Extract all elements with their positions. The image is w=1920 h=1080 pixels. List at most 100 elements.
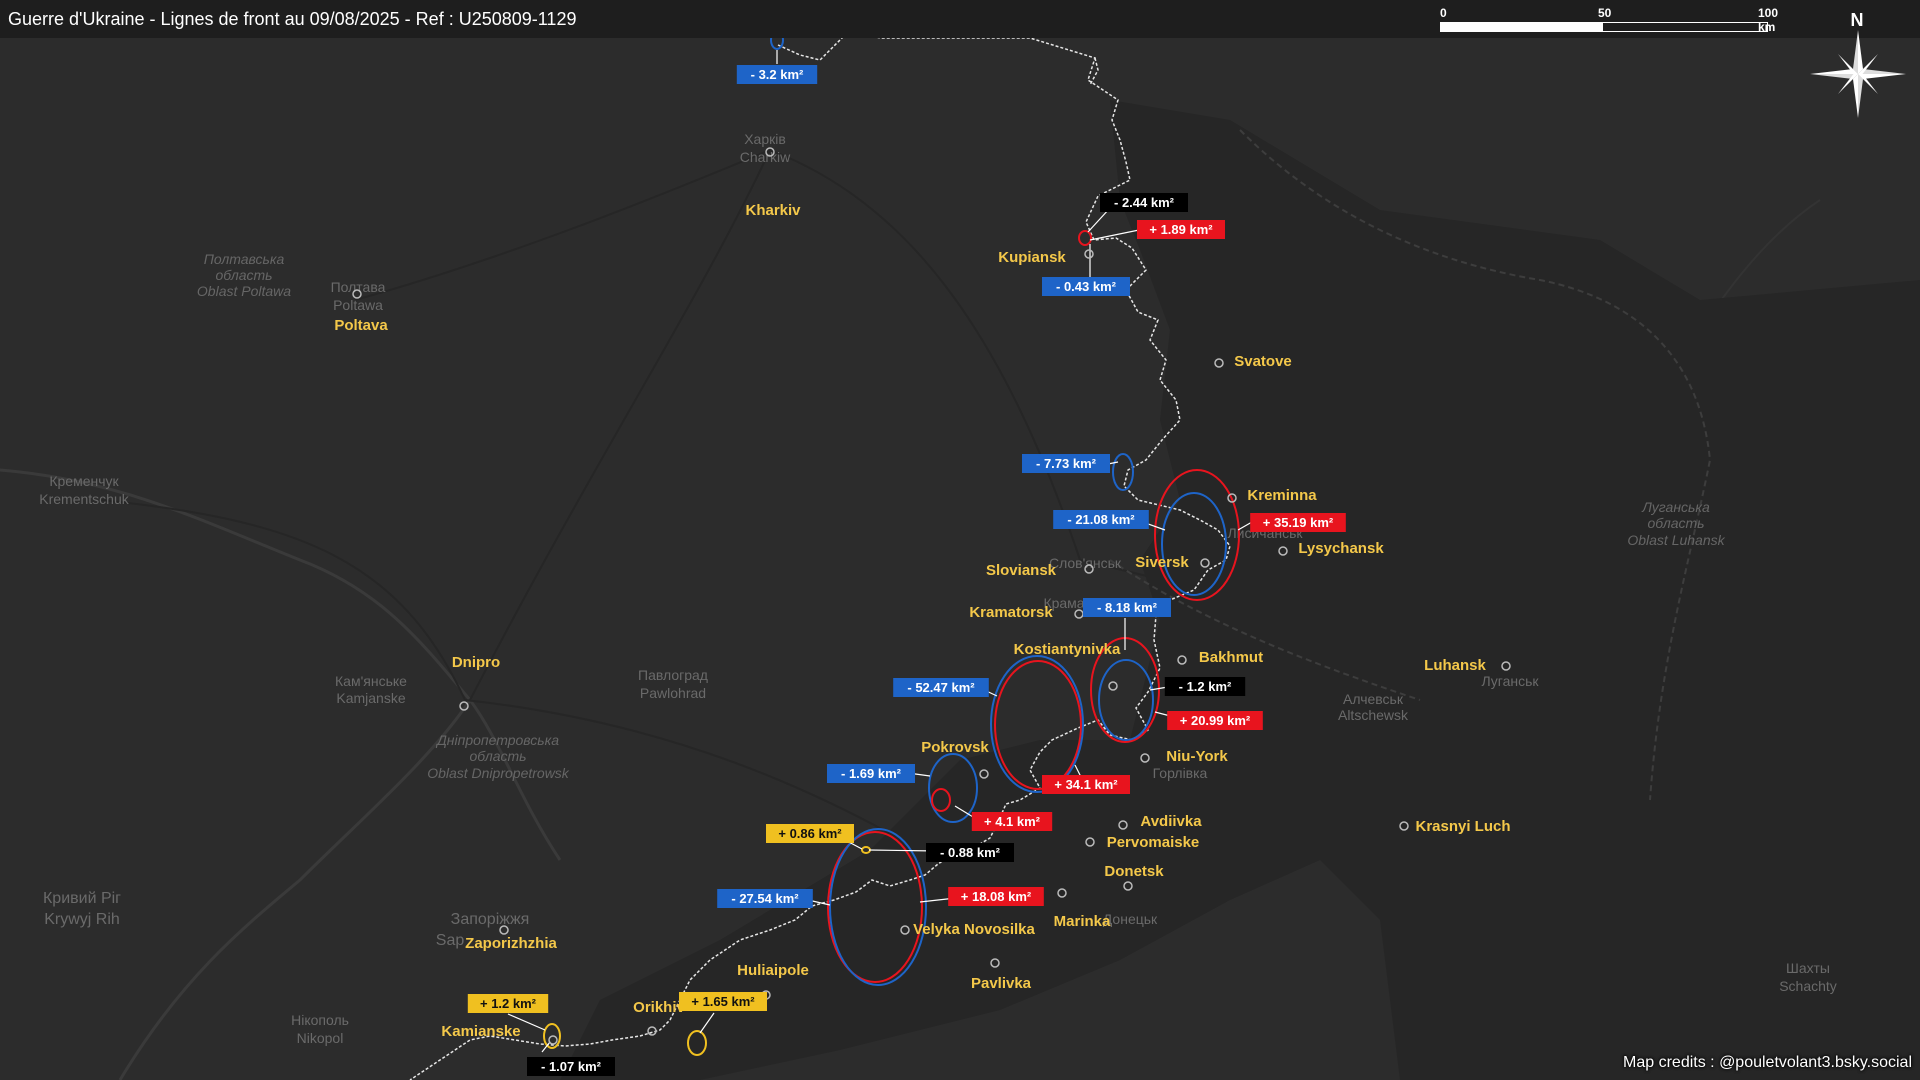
change-label-disputed: + 1.65 km² — [679, 992, 767, 1011]
city-label: Kostiantynivka — [1014, 641, 1121, 658]
change-label-text: + 20.99 km² — [1180, 713, 1251, 728]
change-label-neutral: - 1.07 km² — [527, 1057, 615, 1076]
scale-tick-50: 50 — [1598, 6, 1612, 20]
map-canvas[interactable]: Харків Charkiw Полтавська область Oblast… — [0, 0, 1920, 1080]
change-label-text: - 21.08 km² — [1067, 512, 1135, 527]
change-label-text: - 8.18 km² — [1097, 600, 1158, 615]
city-label: Pavlivka — [971, 975, 1032, 992]
change-label-loss: - 27.54 km² — [717, 889, 813, 908]
city-label: Kreminna — [1247, 487, 1317, 504]
city-label: Donetsk — [1104, 863, 1164, 880]
city-label: Sloviansk — [986, 562, 1057, 579]
map-title: Guerre d'Ukraine - Lignes de front au 09… — [8, 9, 577, 29]
change-label-text: + 35.19 km² — [1263, 515, 1334, 530]
svg-text:область: область — [215, 267, 272, 283]
city-label: Huliaipole — [737, 962, 809, 979]
change-label-text: - 1.69 km² — [841, 766, 902, 781]
city-label: Dnipro — [452, 654, 500, 671]
city-label: Kharkiv — [745, 202, 801, 219]
city-label: Luhansk — [1424, 657, 1486, 674]
change-label-text: - 1.2 km² — [1179, 679, 1232, 694]
change-label-loss: - 8.18 km² — [1083, 598, 1171, 617]
north-label: N — [1851, 10, 1864, 30]
svg-text:Krywyj Rih: Krywyj Rih — [44, 911, 120, 928]
city-label: Siversk — [1135, 554, 1189, 571]
change-label-neutral: - 1.2 km² — [1164, 677, 1246, 696]
svg-text:Запоріжжя: Запоріжжя — [451, 911, 530, 928]
change-label-loss: - 7.73 km² — [1022, 454, 1110, 473]
svg-text:Sap: Sap — [436, 932, 465, 949]
svg-text:Кременчук: Кременчук — [49, 473, 119, 489]
change-label-text: - 2.44 km² — [1114, 195, 1175, 210]
city-label: Niu-York — [1166, 748, 1228, 765]
city-label: Krasnyi Luch — [1415, 818, 1510, 835]
change-label-loss: - 3.2 km² — [736, 65, 818, 84]
city-label: Zaporizhzhia — [465, 935, 557, 952]
svg-text:Кривий Ріг: Кривий Ріг — [43, 890, 121, 907]
svg-text:Кам'янське: Кам'янське — [335, 673, 407, 689]
svg-text:область: область — [469, 748, 526, 764]
svg-text:Харків: Харків — [744, 131, 786, 147]
scale-bar — [1440, 22, 1768, 32]
change-label-text: - 0.43 km² — [1056, 279, 1117, 294]
city-label: Kramatorsk — [969, 604, 1053, 621]
city-label: Bakhmut — [1199, 649, 1263, 666]
svg-text:Nikopol: Nikopol — [297, 1030, 344, 1046]
city-label: Pervomaiske — [1107, 834, 1200, 851]
svg-text:Schachty: Schachty — [1779, 978, 1837, 994]
svg-text:Krementschuk: Krementschuk — [39, 491, 129, 507]
svg-text:Poltawa: Poltawa — [333, 297, 383, 313]
svg-text:Полтава: Полтава — [331, 279, 386, 295]
change-label-gain: + 4.1 km² — [971, 812, 1053, 831]
change-label-loss: - 52.47 km² — [893, 678, 989, 697]
city-label: Marinka — [1054, 913, 1111, 930]
svg-text:Oblast Luhansk: Oblast Luhansk — [1627, 532, 1725, 548]
svg-text:Луганськ: Луганськ — [1481, 673, 1539, 689]
svg-text:Kamjanske: Kamjanske — [336, 690, 405, 706]
svg-text:Донецьк: Донецьк — [1103, 911, 1158, 927]
change-label-gain: + 20.99 km² — [1167, 711, 1263, 730]
change-label-text: - 7.73 km² — [1036, 456, 1097, 471]
change-label-text: - 3.2 km² — [751, 67, 804, 82]
compass-rose-icon: N — [1810, 10, 1906, 118]
svg-text:Pawlohrad: Pawlohrad — [640, 685, 706, 701]
svg-text:Шахты: Шахты — [1786, 960, 1830, 976]
change-label-text: + 1.65 km² — [691, 994, 755, 1009]
change-label-text: + 1.89 km² — [1149, 222, 1213, 237]
city-label: Pokrovsk — [921, 739, 989, 756]
change-label-disputed: + 0.86 km² — [766, 824, 854, 843]
svg-text:Oblast Dnipropetrowsk: Oblast Dnipropetrowsk — [427, 765, 570, 781]
city-label: Kamianske — [441, 1023, 520, 1040]
city-label: Poltava — [334, 317, 388, 334]
change-label-text: + 0.86 km² — [778, 826, 842, 841]
change-label-gain: + 1.89 km² — [1137, 220, 1225, 239]
map-credits: Map credits : @pouletvolant3.bsky.social — [1623, 1054, 1912, 1071]
change-label-text: + 34.1 km² — [1054, 777, 1118, 792]
city-label: Kupiansk — [998, 249, 1066, 266]
svg-text:Горлівка: Горлівка — [1153, 765, 1208, 781]
svg-text:Altschewsk: Altschewsk — [1338, 707, 1409, 723]
change-label-text: - 0.88 km² — [940, 845, 1001, 860]
scale-tick-0: 0 — [1440, 6, 1447, 20]
change-label-neutral: - 2.44 km² — [1100, 193, 1188, 212]
change-label-text: + 4.1 km² — [984, 814, 1041, 829]
change-label-text: - 52.47 km² — [907, 680, 975, 695]
city-label: Lysychansk — [1298, 540, 1384, 557]
svg-text:Дніпропетровська: Дніпропетровська — [435, 732, 559, 748]
change-label-disputed: + 1.2 km² — [467, 994, 549, 1013]
svg-text:Алчевськ: Алчевськ — [1343, 691, 1404, 707]
change-label-neutral: - 0.88 km² — [926, 843, 1014, 862]
change-label-text: - 27.54 km² — [731, 891, 799, 906]
svg-text:Нікополь: Нікополь — [291, 1012, 349, 1028]
city-label: Orikhiv — [633, 999, 685, 1016]
svg-text:область: область — [1647, 515, 1704, 531]
change-label-gain: + 35.19 km² — [1250, 513, 1346, 532]
city-label: Avdiivka — [1140, 813, 1202, 830]
city-label: Velyka Novosilka — [913, 921, 1035, 938]
scale-bar-segment — [1441, 23, 1603, 31]
change-label-loss: - 0.43 km² — [1042, 277, 1130, 296]
map[interactable]: Харків Charkiw Полтавська область Oblast… — [0, 0, 1920, 1080]
change-label-gain: + 34.1 km² — [1042, 775, 1130, 794]
change-label-loss: - 21.08 km² — [1053, 510, 1149, 529]
svg-text:Луганська: Луганська — [1641, 499, 1710, 515]
